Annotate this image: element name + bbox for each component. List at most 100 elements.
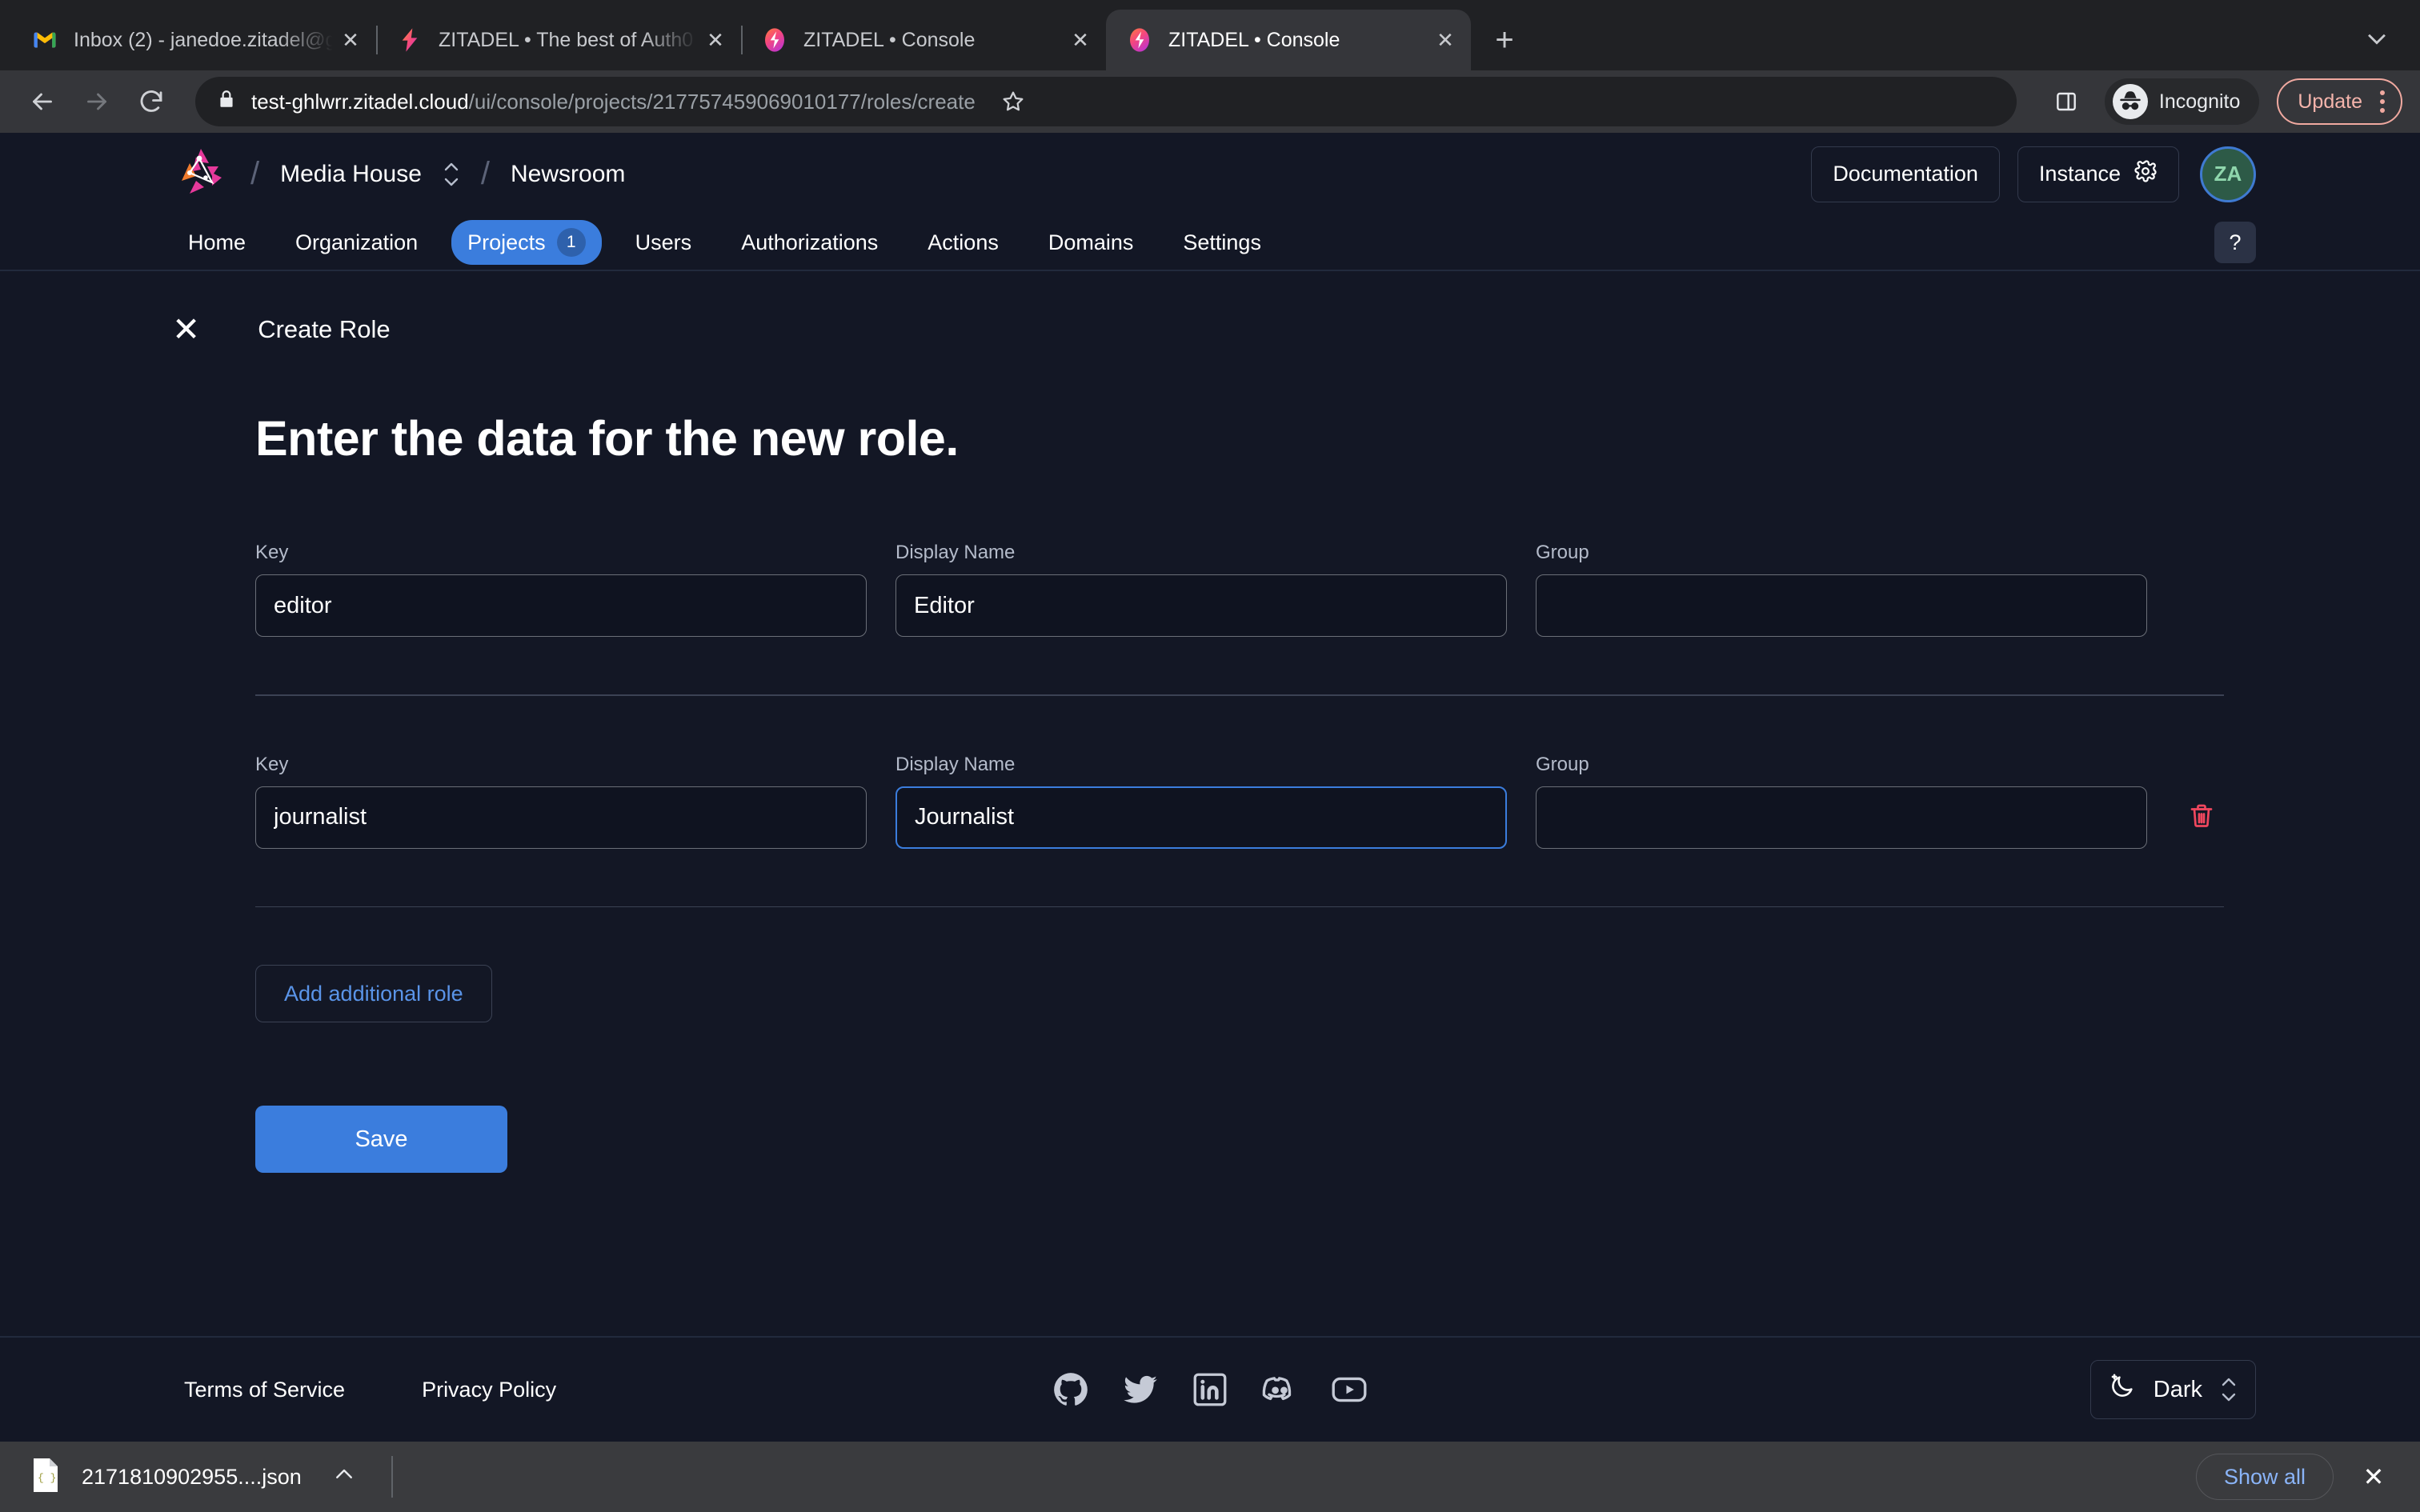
delete-role-button-2[interactable] (2179, 786, 2224, 849)
show-all-downloads-button[interactable]: Show all (2196, 1454, 2334, 1500)
reload-button[interactable] (126, 77, 176, 126)
breadcrumb-project[interactable]: Newsroom (511, 161, 625, 188)
bookmark-star-icon[interactable] (990, 78, 1036, 125)
breadcrumb-separator-2: / (481, 156, 490, 192)
github-icon[interactable] (1051, 1370, 1091, 1410)
address-bar[interactable]: test-ghlwrr.zitadel.cloud/ui/console/pro… (195, 77, 2017, 126)
browser-tab-zitadel-marketing[interactable]: ZITADEL • The best of Auth0 a ✕ (376, 10, 741, 70)
tab-close-button[interactable]: ✕ (1063, 22, 1098, 58)
role-display-name-input-1[interactable] (895, 574, 1507, 637)
unfold-more-icon[interactable] (2220, 1378, 2238, 1402)
browser-toolbar: test-ghlwrr.zitadel.cloud/ui/console/pro… (0, 70, 2420, 133)
role-key-field-1: Key (255, 542, 867, 637)
tab-title: ZITADEL • Console (803, 29, 1063, 52)
linkedin-icon[interactable] (1190, 1370, 1230, 1410)
app-footer: Terms of Service Privacy Policy (0, 1338, 2420, 1442)
nav-label: Organization (295, 230, 418, 255)
theme-label: Dark (2154, 1377, 2202, 1403)
documentation-label: Documentation (1833, 162, 1978, 186)
nav-item-projects[interactable]: Projects 1 (451, 220, 602, 265)
nav-item-home[interactable]: Home (172, 222, 262, 263)
discord-icon[interactable] (1260, 1370, 1300, 1410)
role-display-name-field-1: Display Name (895, 542, 1507, 637)
nav-label: Authorizations (741, 230, 878, 255)
field-label: Display Name (895, 754, 1507, 776)
main-content: ✕ Create Role Enter the data for the new… (0, 271, 2420, 1338)
role-key-input-1[interactable] (255, 574, 867, 637)
role-display-name-field-2: Display Name (895, 754, 1507, 849)
theme-selector[interactable]: Dark (2090, 1360, 2256, 1419)
nav-label: Settings (1183, 230, 1261, 255)
unfold-more-icon[interactable] (443, 162, 460, 186)
save-button[interactable]: Save (255, 1106, 507, 1173)
nav-item-domains[interactable]: Domains (1032, 222, 1150, 263)
documentation-button[interactable]: Documentation (1811, 146, 2000, 202)
sheet-title: Create Role (258, 315, 390, 344)
privacy-policy-link[interactable]: Privacy Policy (422, 1378, 556, 1402)
avatar[interactable]: ZA (2200, 146, 2256, 202)
forward-button[interactable] (72, 77, 122, 126)
terms-of-service-link[interactable]: Terms of Service (184, 1378, 345, 1402)
tab-close-button[interactable]: ✕ (333, 22, 368, 58)
nav-label: Projects (467, 230, 546, 255)
tab-close-button[interactable]: ✕ (698, 22, 733, 58)
side-panel-icon[interactable] (2044, 78, 2089, 125)
role-key-field-2: Key (255, 754, 867, 849)
url-host: test-ghlwrr.zitadel.cloud (251, 90, 469, 114)
role-display-name-input-2[interactable] (895, 786, 1507, 849)
role-row-2: Key Display Name Group (255, 754, 2224, 849)
role-row-1: Key Display Name Group (255, 542, 2224, 637)
back-button[interactable] (18, 77, 67, 126)
json-file-icon: { } (30, 1457, 61, 1498)
breadcrumb-organization[interactable]: Media House (280, 161, 422, 188)
role-group-input-1[interactable] (1536, 574, 2147, 637)
moon-icon (2109, 1373, 2136, 1406)
tab-separator (1106, 26, 1108, 54)
tab-close-button[interactable]: ✕ (1428, 22, 1463, 58)
role-group-input-2[interactable] (1536, 786, 2147, 849)
zitadel-icon (1127, 27, 1152, 53)
nav-item-users[interactable]: Users (619, 222, 708, 263)
incognito-profile-chip[interactable]: Incognito (2105, 78, 2259, 125)
incognito-label: Incognito (2159, 90, 2240, 114)
download-item[interactable]: { } 2171810902955....json (30, 1457, 391, 1498)
tab-separator (11, 26, 13, 54)
address-bar-url: test-ghlwrr.zitadel.cloud/ui/console/pro… (251, 90, 976, 114)
browser-tab-zitadel-console-1[interactable]: ZITADEL • Console ✕ (741, 10, 1106, 70)
close-icon[interactable]: ✕ (172, 313, 200, 346)
twitter-icon[interactable] (1120, 1370, 1160, 1410)
breadcrumb-separator-1: / (250, 156, 259, 192)
browser-tab-gmail[interactable]: Inbox (2) - janedoe.zitadel@gm ✕ (11, 10, 376, 70)
nav-item-organization[interactable]: Organization (279, 222, 434, 263)
browser-tab-zitadel-console-2-active[interactable]: ZITADEL • Console ✕ (1106, 10, 1471, 70)
instance-label: Instance (2039, 162, 2121, 186)
update-button[interactable]: Update (2277, 78, 2402, 125)
nav-item-settings[interactable]: Settings (1167, 222, 1277, 263)
kebab-menu-icon[interactable] (2374, 90, 2391, 113)
nav-badge-count: 1 (557, 228, 586, 257)
app-header: / Media House / Newsroom Documentation I… (0, 133, 2420, 215)
nav-item-actions[interactable]: Actions (912, 222, 1015, 263)
tab-title: ZITADEL • The best of Auth0 a (439, 29, 698, 52)
nav-label: Actions (928, 230, 999, 255)
youtube-icon[interactable] (1329, 1370, 1369, 1410)
download-bar: { } 2171810902955....json Show all ✕ (0, 1442, 2420, 1512)
tab-title: ZITADEL • Console (1168, 29, 1428, 52)
instance-button[interactable]: Instance (2017, 146, 2179, 202)
nav-label: Users (635, 230, 692, 255)
chevron-up-icon[interactable] (332, 1462, 356, 1492)
new-tab-button[interactable]: + (1482, 18, 1527, 62)
chevron-down-icon[interactable] (2353, 14, 2401, 62)
role-key-input-2[interactable] (255, 786, 867, 849)
tab-separator (741, 26, 743, 54)
help-button[interactable]: ? (2214, 222, 2256, 263)
lock-icon (216, 89, 237, 115)
tab-title: Inbox (2) - janedoe.zitadel@gm (74, 29, 333, 52)
zitadel-logo[interactable] (172, 146, 230, 203)
add-additional-role-button[interactable]: Add additional role (255, 965, 492, 1022)
close-download-bar-button[interactable]: ✕ (2351, 1454, 2396, 1499)
field-label: Key (255, 542, 867, 564)
nav-item-authorizations[interactable]: Authorizations (725, 222, 894, 263)
zitadel-icon (397, 27, 423, 53)
nav-label: Home (188, 230, 246, 255)
